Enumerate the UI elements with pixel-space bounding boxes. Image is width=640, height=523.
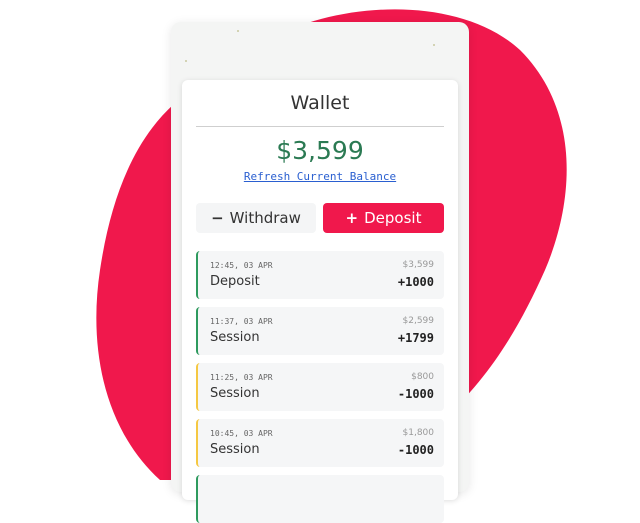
transaction-time: 10:45, 03 APR [210,429,273,438]
current-balance: $3,599 [276,136,364,165]
transaction-balance: $2,599 [402,316,435,326]
deposit-button[interactable]: + Deposit [323,203,444,233]
transaction-balance: $3,599 [402,260,435,270]
transaction-item[interactable]: 11:25, 03 APR Session $800 -1000 [196,363,444,411]
wallet-title: Wallet [290,92,350,114]
plus-icon: + [345,209,359,227]
speck [433,44,435,46]
transaction-balance: $1,800 [402,428,435,438]
transaction-item[interactable]: 10:45, 03 APR Session $1,800 -1000 [196,419,444,467]
speck [185,60,187,62]
transaction-time: 12:45, 03 APR [210,261,273,270]
transaction-balance: $800 [411,372,434,382]
transaction-type: Deposit [210,274,260,289]
transaction-type: Session [210,386,260,401]
withdraw-button[interactable]: − Withdraw [196,203,316,233]
transaction-type: Session [210,442,260,457]
transaction-amount: +1799 [397,331,434,345]
deposit-label: Deposit [364,209,422,227]
transaction-item-partial[interactable] [196,475,444,523]
refresh-balance-link[interactable]: Refresh Current Balance [182,170,458,183]
transaction-amount: -1000 [397,443,434,457]
wallet-card: Wallet $3,599 Refresh Current Balance − … [182,80,458,523]
transaction-amount: -1000 [397,387,434,401]
withdraw-label: Withdraw [229,209,301,227]
transaction-item[interactable]: 12:45, 03 APR Deposit $3,599 +1000 [196,251,444,299]
minus-icon: − [211,209,224,227]
transaction-item[interactable]: 11:37, 03 APR Session $2,599 +1799 [196,307,444,355]
transaction-time: 11:25, 03 APR [210,373,273,382]
transaction-type: Session [210,330,260,345]
title-divider [196,126,444,127]
transaction-amount: +1000 [397,275,434,289]
transaction-time: 11:37, 03 APR [210,317,273,326]
speck [237,30,239,32]
